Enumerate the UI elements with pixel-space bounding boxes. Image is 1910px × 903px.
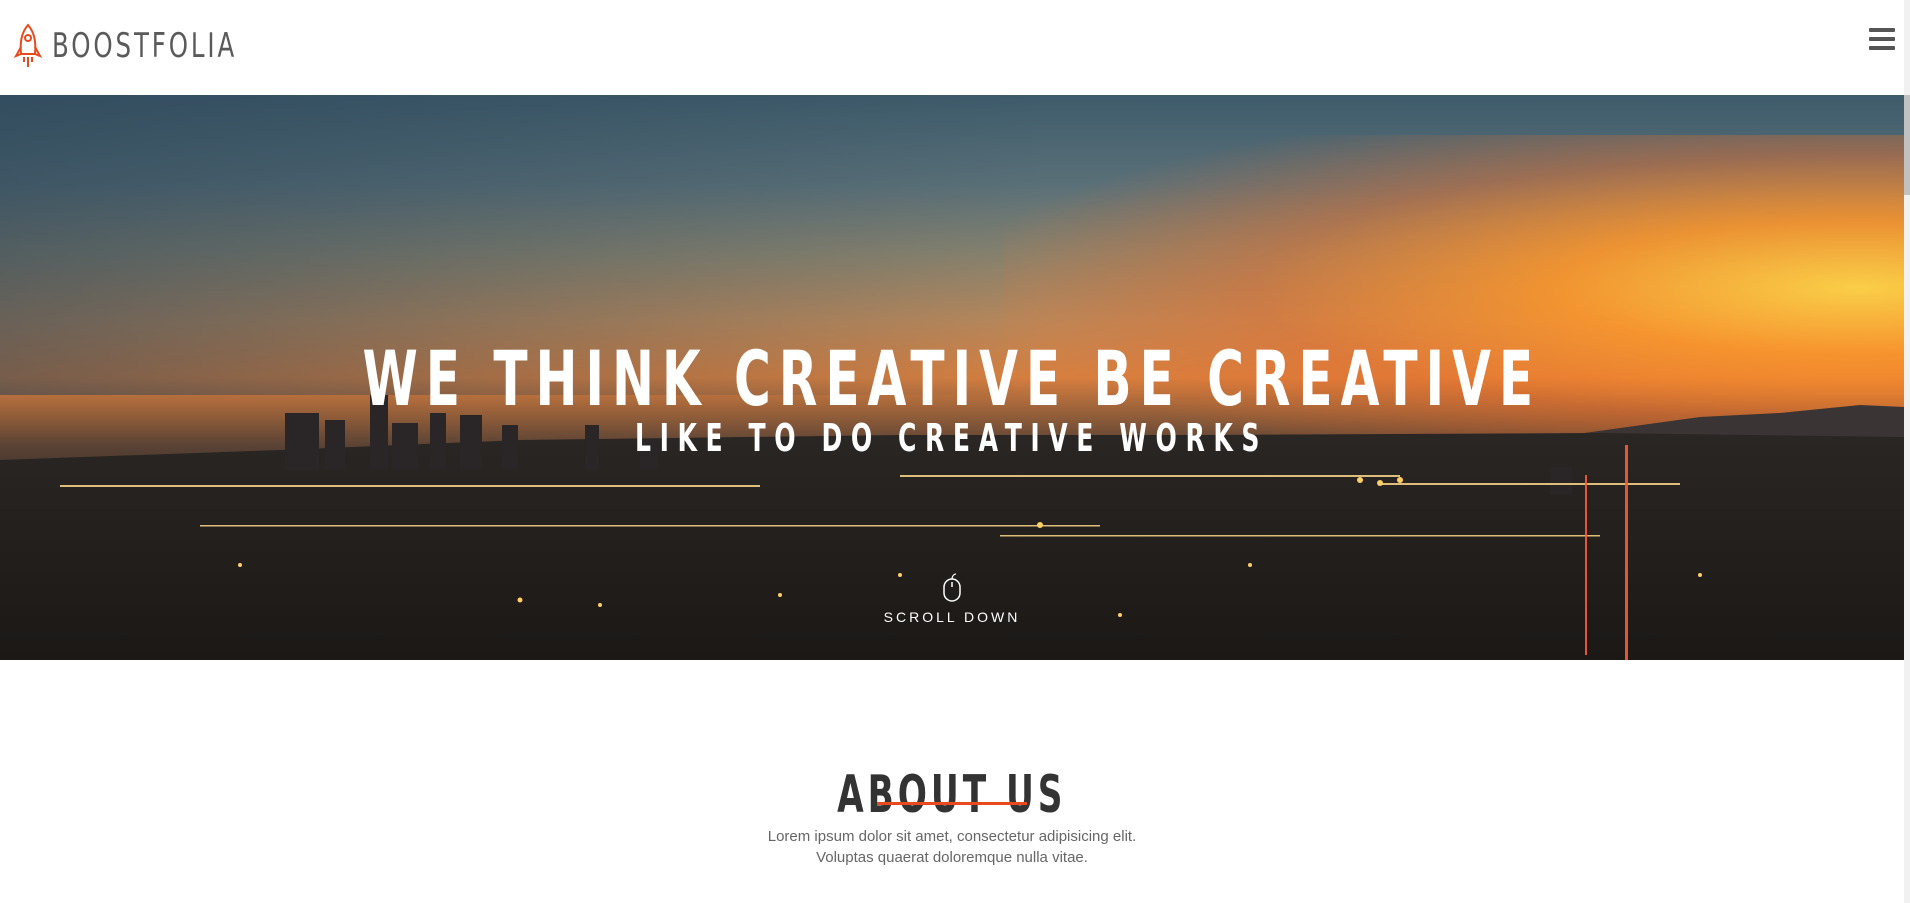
hamburger-menu-icon[interactable]	[1869, 28, 1895, 52]
page-scrollbar[interactable]	[1904, 0, 1910, 903]
rocket-icon	[13, 23, 43, 67]
hero-subtitle: LIKE TO DO CREATIVE WORKS	[635, 415, 1269, 460]
about-title: ABOUT US	[837, 765, 1067, 826]
hero-title: WE THINK CREATIVE BE CREATIVE	[362, 333, 1542, 423]
mouse-icon	[943, 573, 961, 602]
about-text-line-1: Lorem ipsum dolor sit amet, consectetur …	[767, 828, 1137, 845]
about-text-line-2: Voluptas quaerat doloremque nulla vitae.	[816, 849, 1088, 866]
brand-name: BOOSTFOLIA	[52, 26, 238, 66]
about-title-underline	[877, 802, 1027, 805]
scrollbar-thumb[interactable]	[1904, 95, 1910, 195]
scroll-down-label[interactable]: SCROLL DOWN	[0, 609, 1904, 625]
site-header: BOOSTFOLIA	[0, 0, 1904, 95]
about-description: Lorem ipsum dolor sit amet, consectetur …	[0, 826, 1904, 868]
scroll-down-link[interactable]: SCROLL DOWN	[0, 573, 1904, 625]
hero-banner: WE THINK CREATIVE BE CREATIVE LIKE TO DO…	[0, 95, 1904, 660]
brand-logo-link[interactable]: BOOSTFOLIA	[13, 22, 309, 70]
